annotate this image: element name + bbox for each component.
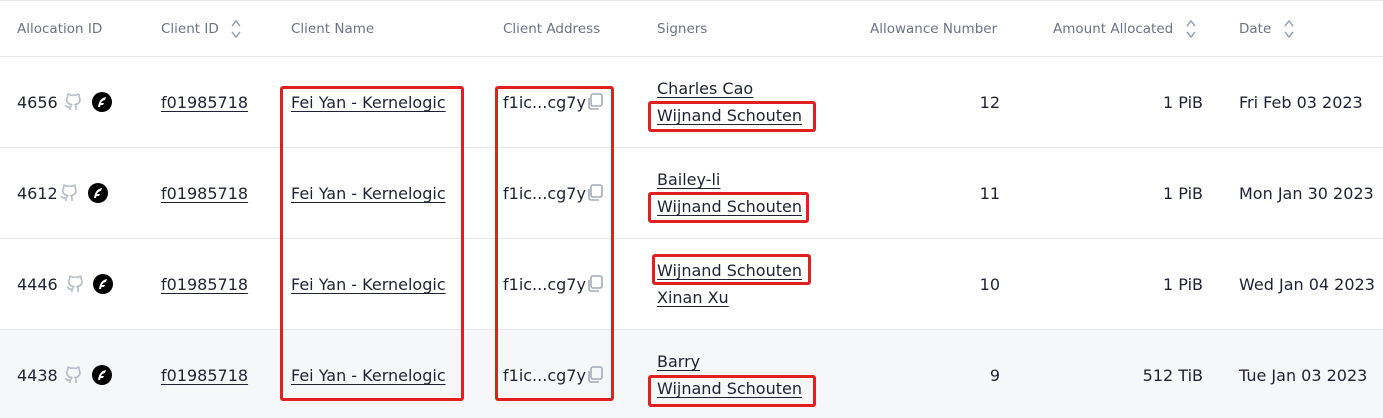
date: Mon Jan 30 2023 bbox=[1239, 184, 1374, 203]
filfox-icon[interactable] bbox=[88, 183, 108, 207]
client-name-link[interactable]: Fei Yan - Kernelogic bbox=[291, 275, 446, 294]
date: Fri Feb 03 2023 bbox=[1239, 93, 1363, 112]
github-icon[interactable] bbox=[64, 92, 82, 116]
table-row: 4438 f01985718 Fei Yan - Kernelogic f1ic… bbox=[0, 330, 1383, 418]
table-header: Allocation ID Client ID Client Name Clie… bbox=[0, 0, 1383, 57]
signer-link[interactable]: Xinan Xu bbox=[657, 288, 729, 307]
amount-allocated: 1 PiB bbox=[1163, 275, 1203, 294]
col-header-label: Client Name bbox=[291, 21, 375, 37]
col-header-label: Client ID bbox=[161, 21, 219, 37]
filfox-icon[interactable] bbox=[93, 274, 113, 298]
github-icon[interactable] bbox=[64, 365, 82, 389]
filfox-icon[interactable] bbox=[92, 365, 112, 389]
signer-link[interactable]: Wijnand Schouten bbox=[657, 197, 802, 216]
client-id-link[interactable]: f01985718 bbox=[161, 366, 248, 385]
client-name-link[interactable]: Fei Yan - Kernelogic bbox=[291, 184, 446, 203]
signer-link[interactable]: Wijnand Schouten bbox=[657, 106, 802, 125]
allowance-number: 12 bbox=[979, 93, 1000, 112]
signer-link[interactable]: Bailey-li bbox=[657, 170, 720, 189]
amount-allocated: 1 PiB bbox=[1163, 184, 1203, 203]
col-header-allocation-id: Allocation ID bbox=[17, 1, 102, 58]
col-header-label: Amount Allocated bbox=[1053, 21, 1174, 37]
allocation-id: 4656 bbox=[17, 93, 58, 112]
allocation-id: 4612 bbox=[17, 184, 58, 203]
table-row: 4656 f01985718 Fei Yan - Kernelogic f1ic… bbox=[0, 57, 1383, 148]
col-header-signers: Signers bbox=[657, 1, 707, 58]
date: Tue Jan 03 2023 bbox=[1239, 366, 1368, 385]
col-header-label: Date bbox=[1239, 21, 1272, 37]
client-id-link[interactable]: f01985718 bbox=[161, 93, 248, 112]
client-name-link[interactable]: Fei Yan - Kernelogic bbox=[291, 366, 446, 385]
allocations-table: Allocation ID Client ID Client Name Clie… bbox=[0, 0, 1383, 418]
allowance-number: 11 bbox=[979, 184, 1000, 203]
copy-icon[interactable] bbox=[586, 93, 604, 115]
sort-icon[interactable] bbox=[1185, 18, 1196, 40]
col-header-allowance-number: Allowance Number bbox=[870, 1, 997, 58]
allocation-id: 4438 bbox=[17, 366, 58, 385]
col-header-client-name: Client Name bbox=[291, 1, 374, 58]
signer-link[interactable]: Wijnand Schouten bbox=[657, 261, 802, 280]
client-address: f1ic...cg7y bbox=[503, 366, 586, 385]
signer-link[interactable]: Charles Cao bbox=[657, 79, 753, 98]
copy-icon[interactable] bbox=[586, 184, 604, 206]
col-header-label: Signers bbox=[657, 21, 708, 37]
col-header-amount-allocated[interactable]: Amount Allocated bbox=[1053, 1, 1196, 58]
table-row: 4446 f01985718 Fei Yan - Kernelogic f1ic… bbox=[0, 239, 1383, 330]
signer-link[interactable]: Wijnand Schouten bbox=[657, 379, 802, 398]
client-name-link[interactable]: Fei Yan - Kernelogic bbox=[291, 93, 446, 112]
allowance-number: 10 bbox=[979, 275, 1000, 294]
github-icon[interactable] bbox=[66, 274, 84, 298]
signer-link[interactable]: Barry bbox=[657, 352, 700, 371]
client-id-link[interactable]: f01985718 bbox=[161, 275, 248, 294]
col-header-date[interactable]: Date bbox=[1239, 1, 1294, 58]
col-header-label: Allocation ID bbox=[17, 21, 103, 37]
allowance-number: 9 bbox=[989, 366, 1000, 385]
sort-icon[interactable] bbox=[1283, 18, 1294, 40]
client-address: f1ic...cg7y bbox=[503, 93, 586, 112]
github-icon[interactable] bbox=[60, 183, 78, 207]
client-address: f1ic...cg7y bbox=[503, 275, 586, 294]
col-header-label: Client Address bbox=[503, 21, 601, 37]
amount-allocated: 512 TiB bbox=[1142, 366, 1203, 385]
col-header-client-id[interactable]: Client ID bbox=[161, 1, 241, 58]
allocation-id: 4446 bbox=[17, 275, 58, 294]
date: Wed Jan 04 2023 bbox=[1239, 275, 1375, 294]
col-header-label: Allowance Number bbox=[870, 21, 998, 37]
client-address: f1ic...cg7y bbox=[503, 184, 586, 203]
filfox-icon[interactable] bbox=[92, 92, 112, 116]
table-row: 4612 f01985718 Fei Yan - Kernelogic f1ic… bbox=[0, 148, 1383, 239]
col-header-client-address: Client Address bbox=[503, 1, 600, 58]
client-id-link[interactable]: f01985718 bbox=[161, 184, 248, 203]
amount-allocated: 1 PiB bbox=[1163, 93, 1203, 112]
sort-icon[interactable] bbox=[231, 18, 241, 40]
copy-icon[interactable] bbox=[586, 366, 604, 388]
copy-icon[interactable] bbox=[586, 275, 604, 297]
